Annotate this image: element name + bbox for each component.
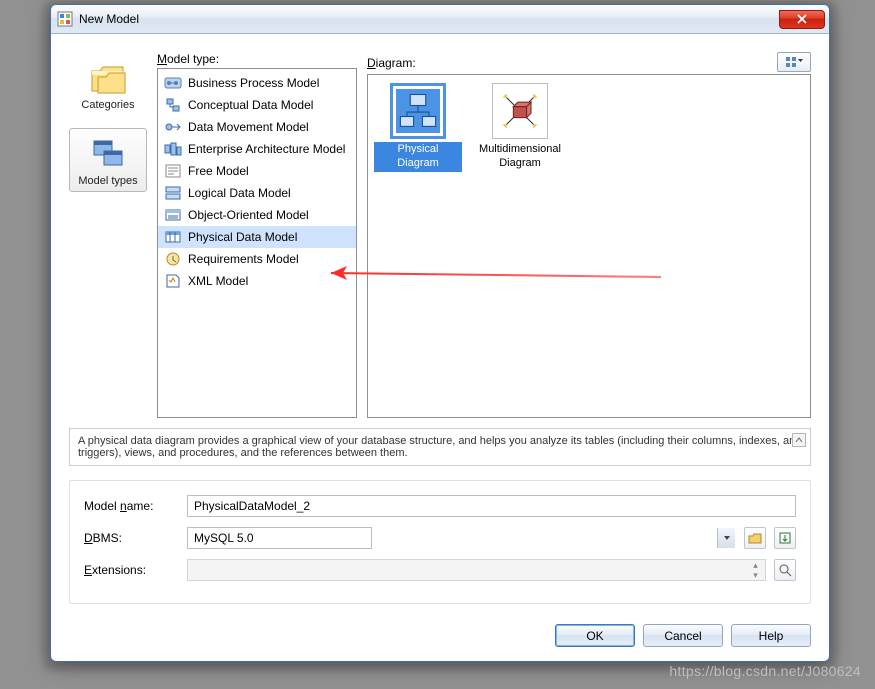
diagram-item-multidimensional[interactable]: Multidimensional Diagram [476,83,564,172]
app-icon [57,11,73,27]
window-title: New Model [79,12,139,26]
model-type-icon [164,207,182,223]
model-type-icon [164,141,182,157]
model-type-icon [164,163,182,179]
model-type-icon [164,119,182,135]
model-type-text: Enterprise Architecture Model [188,142,345,156]
watermark: https://blog.csdn.net/J080624 [669,663,861,679]
extensions-label: Extensions: [84,563,179,577]
description-text: A physical data diagram provides a graph… [78,435,801,459]
model-type-item[interactable]: Free Model [158,160,356,182]
model-type-icon [164,185,182,201]
extensions-browse-button[interactable] [774,559,796,581]
model-type-item[interactable]: Conceptual Data Model [158,94,356,116]
dialog-buttons: OK Cancel Help [69,624,811,647]
model-type-item[interactable]: XML Model [158,270,356,292]
model-type-text: Requirements Model [188,252,299,266]
title-bar[interactable]: New Model [51,5,829,34]
model-type-label: Model type: [157,52,357,66]
model-type-text: Physical Data Model [188,230,297,244]
form-panel: Model name: DBMS: [69,480,811,604]
new-model-dialog: New Model [50,4,830,662]
diagram-pane: Physical Diagram [367,74,811,418]
model-type-item[interactable]: Data Movement Model [158,116,356,138]
sidebar-label: Model types [72,175,144,187]
model-type-icon [164,97,182,113]
model-type-item[interactable]: Enterprise Architecture Model [158,138,356,160]
model-type-icon [164,273,182,289]
sidebar-item-model-types[interactable]: Model types [69,128,147,192]
sidebar-item-categories[interactable]: Categories [69,52,147,116]
dbms-select[interactable] [187,527,736,549]
model-type-text: Free Model [188,164,249,178]
extensions-field[interactable]: ▴▾ [187,559,766,581]
model-type-item[interactable]: Logical Data Model [158,182,356,204]
model-name-input[interactable] [187,495,796,517]
model-type-item[interactable]: Physical Data Model [158,226,356,248]
model-name-label: Model name: [84,499,179,513]
physical-diagram-icon [390,83,446,139]
dbms-value[interactable] [187,527,372,549]
cancel-button[interactable]: Cancel [643,624,723,647]
dbms-label: DBMS: [84,531,179,545]
diagram-caption: Multidimensional Diagram [476,142,564,172]
model-type-item[interactable]: Requirements Model [158,248,356,270]
collapse-description-button[interactable] [792,433,806,447]
sidebar-label: Categories [72,99,144,111]
browse-dbms-button[interactable] [744,527,766,549]
extensions-stepper[interactable]: ▴▾ [749,560,765,580]
folder-icon [88,59,128,97]
model-type-text: Logical Data Model [188,186,291,200]
mode-sidebar: Categories Model types [69,52,147,418]
description-box: A physical data diagram provides a graph… [69,428,811,466]
model-type-icon [164,251,182,267]
model-type-icon [164,75,182,91]
close-button[interactable] [779,10,825,29]
diagram-caption: Physical Diagram [374,142,462,172]
help-button[interactable]: Help [731,624,811,647]
model-type-item[interactable]: Business Process Model [158,72,356,94]
diagram-item-physical[interactable]: Physical Diagram [374,83,462,172]
client-area: Categories Model types [51,34,829,661]
import-dbms-button[interactable] [774,527,796,549]
multidimensional-diagram-icon [492,83,548,139]
model-type-text: Conceptual Data Model [188,98,313,112]
model-type-item[interactable]: Object-Oriented Model [158,204,356,226]
model-type-text: Data Movement Model [188,120,309,134]
chevron-down-icon[interactable] [717,528,735,548]
model-type-icon [164,229,182,245]
model-type-pane: Business Process Model Conceptual Data Mo… [157,68,357,418]
diagram-label: Diagram: [367,56,416,70]
model-type-text: XML Model [188,274,248,288]
model-type-text: Business Process Model [188,76,319,90]
model-type-list[interactable]: Business Process Model Conceptual Data Mo… [158,69,356,295]
model-type-text: Object-Oriented Model [188,208,309,222]
models-icon [88,135,128,173]
view-switch-button[interactable] [777,52,811,72]
ok-button[interactable]: OK [555,624,635,647]
